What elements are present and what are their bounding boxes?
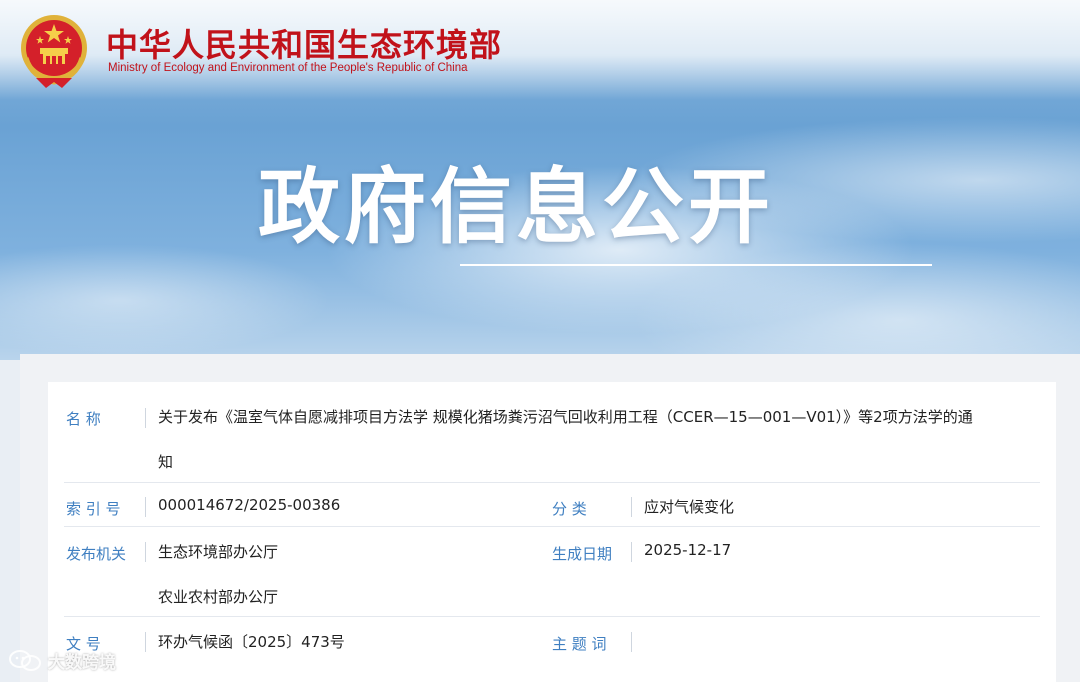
title-underline: [460, 264, 932, 266]
date-label: 生成日期: [552, 545, 613, 563]
index-label: 索 引 号: [66, 500, 121, 518]
label-separator: [145, 542, 146, 562]
national-emblem-icon: [21, 15, 87, 88]
name-value-line2: 知: [158, 453, 174, 471]
label-separator: [145, 408, 146, 428]
name-label: 名 称: [66, 408, 130, 429]
info-row-name: [64, 390, 1040, 483]
subject-label: 主 题 词: [552, 635, 607, 653]
category-value: 应对气候变化: [644, 498, 735, 516]
publisher-label: 发布机关: [66, 545, 127, 563]
name-label-text: 名 称: [66, 410, 101, 428]
name-value-line1: 关于发布《温室气体自愿减排项目方法学 规模化猪场粪污沼气回收利用工程（CCER—…: [158, 408, 973, 426]
ministry-name-en: Ministry of Ecology and Environment of t…: [108, 62, 468, 74]
label-separator: [631, 542, 632, 562]
label-separator: [145, 497, 146, 517]
label-separator: [631, 497, 632, 517]
publisher-value-1: 生态环境部办公厅: [158, 543, 279, 561]
label-separator: [145, 632, 146, 652]
index-value: 000014672/2025-00386: [158, 496, 341, 514]
ministry-name-cn: 中华人民共和国生态环境部: [106, 26, 503, 64]
category-label: 分 类: [552, 500, 587, 518]
docno-value: 环办气候函〔2025〕473号: [158, 633, 345, 651]
watermark-text: 大数跨境: [48, 653, 116, 673]
wechat-logo-icon: [9, 649, 41, 671]
publisher-value-2: 农业农村部办公厅: [158, 588, 279, 606]
watermark: 大数跨境: [8, 648, 116, 673]
hero-banner: 中华人民共和国生态环境部 Ministry of Ecology and Env…: [0, 0, 1080, 360]
page-title: 政府信息公开: [258, 160, 775, 255]
label-separator: [631, 632, 632, 652]
date-value: 2025-12-17: [644, 541, 732, 559]
